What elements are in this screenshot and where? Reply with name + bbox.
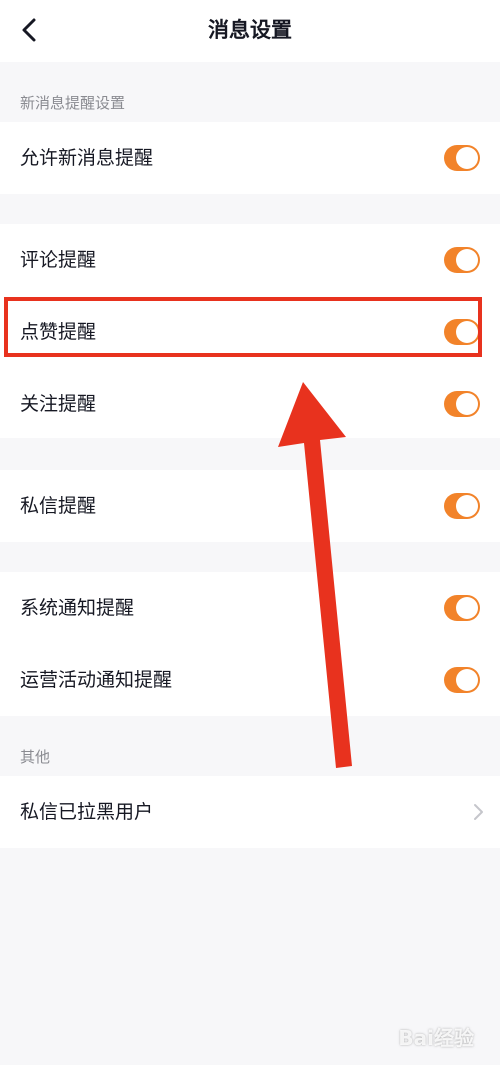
toggle-switch[interactable]	[444, 493, 480, 519]
settings-group-other: 私信已拉黑用户	[0, 776, 500, 848]
row-system-notification: 系统通知提醒	[0, 572, 500, 644]
row-private-message: 私信提醒	[0, 470, 500, 542]
row-operations-notification: 运营活动通知提醒	[0, 644, 500, 716]
row-label: 关注提醒	[20, 393, 97, 415]
settings-group-private: 私信提醒	[0, 470, 500, 542]
settings-group-allow: 允许新消息提醒	[0, 122, 500, 194]
toggle-knob	[456, 249, 478, 271]
toggle-switch[interactable]	[444, 247, 480, 273]
row-label: 私信提醒	[20, 495, 97, 517]
row-allow-new-message: 允许新消息提醒	[0, 122, 500, 194]
toggle-knob	[456, 147, 478, 169]
chevron-right-icon	[474, 804, 483, 820]
toggle-knob	[456, 393, 478, 415]
toggle-switch[interactable]	[444, 391, 480, 417]
settings-group-notifications: 系统通知提醒 运营活动通知提醒	[0, 572, 500, 716]
page-title: 消息设置	[208, 18, 292, 42]
toggle-knob	[456, 597, 478, 619]
toggle-knob	[456, 669, 478, 691]
row-label: 私信已拉黑用户	[20, 801, 154, 823]
toggle-switch[interactable]	[444, 667, 480, 693]
row-label: 运营活动通知提醒	[20, 669, 173, 691]
nav-bar: 消息设置	[0, 0, 500, 62]
toggle-switch[interactable]	[444, 595, 480, 621]
section-label-other: 其他	[20, 748, 51, 766]
toggle-switch[interactable]	[444, 145, 480, 171]
row-label: 允许新消息提醒	[20, 147, 154, 169]
row-blocked-users[interactable]: 私信已拉黑用户	[0, 776, 500, 848]
row-label: 系统通知提醒	[20, 597, 135, 619]
toggle-knob	[456, 495, 478, 517]
annotation-highlight-box	[4, 297, 482, 357]
section-label-new-message: 新消息提醒设置	[20, 94, 126, 112]
row-comment: 评论提醒	[0, 224, 500, 296]
watermark-logo: Bai经验	[398, 1026, 474, 1050]
row-label: 评论提醒	[20, 249, 97, 271]
row-follow: 关注提醒	[0, 368, 500, 440]
